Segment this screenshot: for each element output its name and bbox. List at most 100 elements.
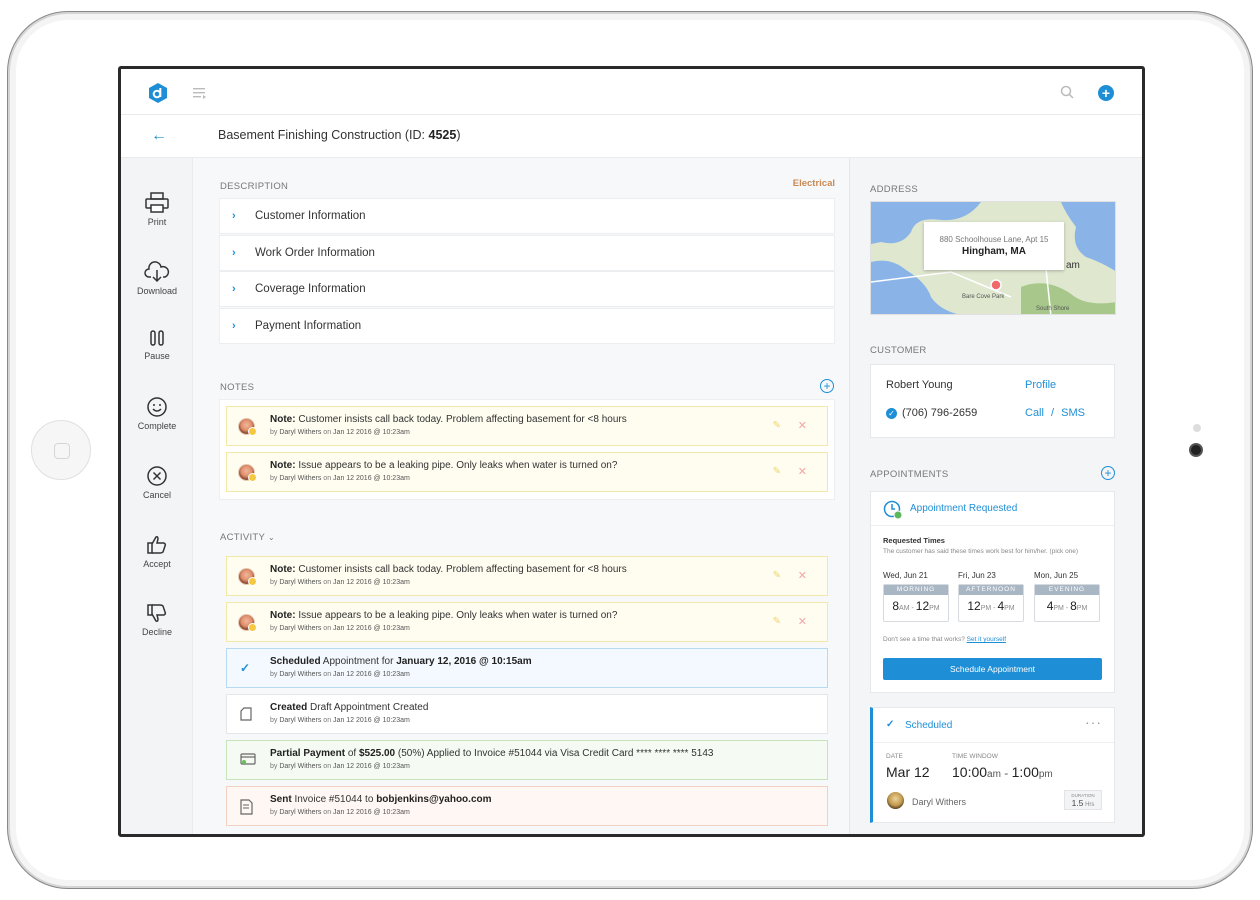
details-panel: ADDRESS 880 Schoolhouse Lane, Apt 15 Hin… (849, 158, 1142, 834)
logo-icon[interactable] (149, 83, 167, 103)
avatar (238, 614, 257, 632)
accordion-label: Work Order Information (255, 247, 375, 259)
add-appointment-icon[interactable]: + (1101, 466, 1115, 480)
download-button[interactable]: Download (121, 261, 193, 296)
slot-date: Fri, Jun 23 (958, 571, 996, 580)
slot-period: AFTERNOON (959, 585, 1023, 595)
checkmark-icon: ✓ (240, 661, 251, 675)
verified-check-icon: ✓ (886, 408, 897, 419)
cancel-button[interactable]: Cancel (121, 465, 193, 500)
delete-icon[interactable]: ✕ (798, 419, 807, 432)
menu-icon[interactable] (193, 87, 207, 99)
title-bar: ← Basement Finishing Construction (ID: 4… (121, 115, 1142, 158)
category-tag: Electrical (792, 178, 835, 189)
time-slot-evening[interactable]: EVENING 4PM - 8PM (1034, 584, 1100, 622)
link-separator: / (1051, 407, 1055, 419)
accordion-coverage-info[interactable]: › Coverage Information (219, 271, 835, 307)
add-note-icon[interactable]: + (820, 379, 834, 393)
address-label: ADDRESS (870, 184, 919, 195)
time-window-label: TIME WINDOW (952, 753, 998, 760)
slot-period: MORNING (884, 585, 948, 595)
edit-icon[interactable]: ✎ (773, 616, 781, 627)
time-slot-morning[interactable]: MORNING 8AM - 12PM (883, 584, 949, 622)
appointments-label: APPOINTMENTS (870, 469, 949, 480)
delete-icon[interactable]: ✕ (798, 569, 807, 582)
activity-item: Note: Customer insists call back today. … (226, 556, 828, 596)
more-options-icon[interactable]: ··· (1085, 714, 1102, 730)
main-content: DESCRIPTION Electrical › Customer Informa… (193, 158, 849, 834)
time-slot-afternoon[interactable]: AFTERNOON 12PM - 4PM (958, 584, 1024, 622)
chevron-right-icon: › (232, 247, 236, 259)
avatar (238, 464, 257, 482)
accordion-label: Payment Information (255, 320, 362, 332)
sensor-dot (1193, 424, 1201, 432)
activity-meta: by Daryl Withers on Jan 12 2016 @ 10:23a… (270, 763, 410, 770)
action-sidebar: Print Download Pause Complete Cancel Acc… (121, 158, 193, 834)
document-icon (240, 707, 252, 721)
edit-icon[interactable]: ✎ (773, 570, 781, 581)
sms-link[interactable]: SMS (1061, 407, 1085, 419)
notes-label: NOTES (220, 382, 255, 393)
appointment-requested-title: Appointment Requested (910, 503, 1018, 514)
map-label-south-shore: South Shore (1036, 306, 1070, 312)
edit-icon[interactable]: ✎ (773, 420, 781, 431)
activity-text: Partial Payment of $525.00 (50%) Applied… (270, 748, 714, 759)
address-line2: Hingham, MA (962, 246, 1026, 257)
home-button[interactable] (31, 420, 91, 480)
slot-date: Wed, Jun 21 (883, 571, 928, 580)
address-map[interactable]: 880 Schoolhouse Lane, Apt 15 Hingham, MA… (870, 201, 1116, 315)
note-item: Note: Customer insists call back today. … (226, 406, 828, 446)
call-link[interactable]: Call (1025, 407, 1044, 419)
decline-button[interactable]: Decline (121, 602, 193, 637)
divider (873, 742, 1114, 743)
print-label: Print (147, 217, 167, 227)
top-bar: + (121, 69, 1142, 115)
activity-text: Scheduled Appointment for January 12, 20… (270, 656, 532, 667)
back-arrow-icon[interactable]: ← (151, 127, 167, 145)
page-title: Basement Finishing Construction (ID: 452… (218, 128, 461, 142)
slot-period: EVENING (1035, 585, 1099, 595)
delete-icon[interactable]: ✕ (798, 615, 807, 628)
credit-card-icon (240, 753, 256, 765)
note-text: Note: Issue appears to be a leaking pipe… (270, 460, 618, 471)
pause-button[interactable]: Pause (121, 328, 193, 361)
activity-text: Note: Customer insists call back today. … (270, 564, 627, 575)
activity-meta: by Daryl Withers on Jan 12 2016 @ 10:23a… (270, 717, 410, 724)
activity-meta: by Daryl Withers on Jan 12 2016 @ 10:23a… (270, 579, 410, 586)
avatar (887, 792, 904, 809)
print-button[interactable]: Print (121, 192, 193, 227)
cloud-download-icon (144, 261, 170, 283)
activity-label[interactable]: ACTIVITY ⌄ (220, 532, 275, 543)
appointment-requested-card: Appointment Requested Requested Times Th… (870, 491, 1115, 693)
camera (1189, 443, 1203, 457)
profile-link[interactable]: Profile (1025, 379, 1056, 391)
slot-date: Mon, Jun 25 (1034, 571, 1079, 580)
pause-icon (150, 330, 164, 346)
scheduled-appointment-card: ✓ Scheduled ··· DATE Mar 12 TIME WINDOW … (870, 707, 1115, 823)
note-text: Note: Customer insists call back today. … (270, 414, 627, 425)
accordion-work-order-info[interactable]: › Work Order Information (219, 235, 835, 271)
complete-button[interactable]: Complete (121, 396, 193, 431)
activity-text: Sent Invoice #51044 to bobjenkins@yahoo.… (270, 794, 492, 805)
add-icon[interactable]: + (1098, 85, 1114, 101)
app-screen: + ← Basement Finishing Construction (ID:… (118, 66, 1145, 837)
customer-name: Robert Young (886, 379, 953, 391)
address-callout: 880 Schoolhouse Lane, Apt 15 Hingham, MA (924, 222, 1064, 270)
avatar (238, 418, 257, 436)
accept-button[interactable]: Accept (121, 534, 193, 569)
schedule-appointment-button[interactable]: Schedule Appointment (883, 658, 1102, 680)
map-label-am: am (1066, 260, 1080, 271)
scheduled-title: Scheduled (905, 720, 953, 731)
set-it-yourself-prompt: Don't see a time that works? Set it your… (883, 636, 1007, 643)
edit-icon[interactable]: ✎ (773, 466, 781, 477)
requested-times-title: Requested Times (883, 536, 945, 545)
duration-badge: DURATION 1.5 Hrs (1064, 790, 1102, 810)
accordion-customer-info[interactable]: › Customer Information (219, 198, 835, 234)
home-button-icon (54, 443, 70, 459)
delete-icon[interactable]: ✕ (798, 465, 807, 478)
set-it-yourself-link[interactable]: Set it yourself (967, 636, 1006, 643)
accept-label: Accept (143, 559, 171, 569)
search-icon[interactable] (1060, 85, 1074, 99)
activity-text: Created Draft Appointment Created (270, 702, 429, 713)
accordion-payment-info[interactable]: › Payment Information (219, 308, 835, 344)
